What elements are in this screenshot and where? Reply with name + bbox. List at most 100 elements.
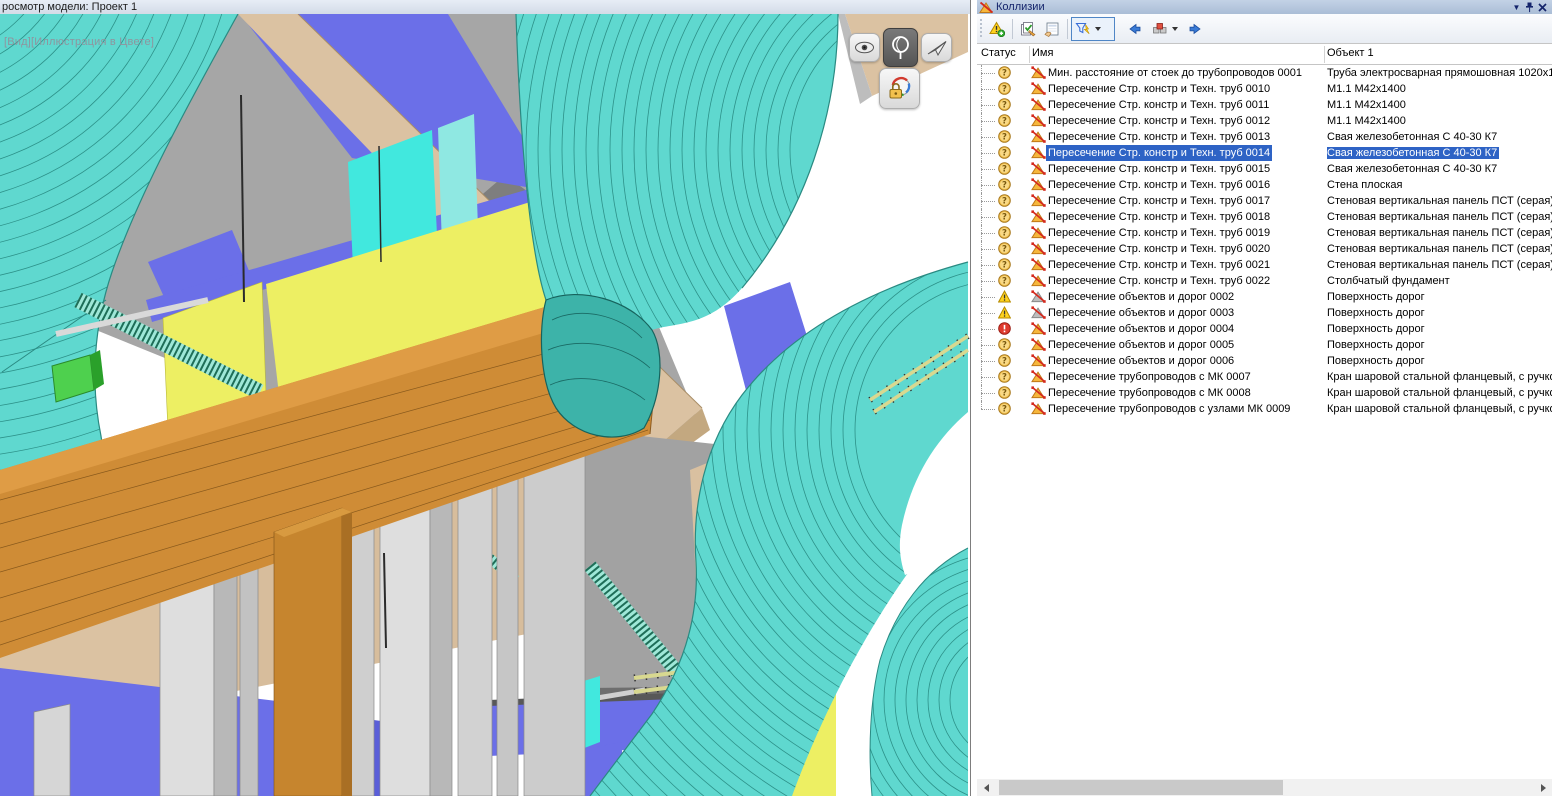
fly-button[interactable]	[921, 33, 952, 62]
isolate-dropdown-arrow[interactable]	[1172, 27, 1178, 31]
add-collision-button[interactable]	[985, 17, 1009, 41]
collision-name[interactable]: Пересечение Стр. констр и Техн. труб 002…	[1048, 273, 1270, 289]
eye-button[interactable]	[849, 33, 880, 62]
collision-object1[interactable]: Кран шаровой стальной фланцевый, с ручко…	[1327, 401, 1552, 417]
collision-object1[interactable]: Кран шаровой стальной фланцевый, с ручко…	[1327, 385, 1552, 401]
collision-row[interactable]: ? Пересечение трубопроводов с МК 0008 Кран…	[977, 385, 1552, 401]
collision-row[interactable]: ?Пересечение Стр. констр и Техн. труб 00…	[977, 113, 1552, 129]
scrollbar-thumb[interactable]	[999, 780, 1283, 795]
collision-name[interactable]: Пересечение трубопроводов с МК 0007	[1048, 369, 1251, 385]
collision-row[interactable]: Пересечение объектов и дорог 0002 Поверхн…	[977, 289, 1552, 305]
collision-row[interactable]: ?Пересечение Стр. констр и Техн. труб 00…	[977, 241, 1552, 257]
collision-name[interactable]: Пересечение Стр. констр и Техн. труб 001…	[1048, 161, 1270, 177]
collision-row[interactable]: Пересечение объектов и дорог 0004 Поверхн…	[977, 321, 1552, 337]
collision-name[interactable]: Пересечение Стр. констр и Техн. труб 001…	[1048, 225, 1270, 241]
collision-object1[interactable]: Стеновая вертикальная панель ПСТ (серая)	[1327, 241, 1552, 257]
collision-name[interactable]: Пересечение Стр. констр и Техн. труб 001…	[1048, 193, 1270, 209]
collision-object1[interactable]: Стена плоская	[1327, 177, 1552, 193]
collision-object1[interactable]: Свая железобетонная С 40-30 К7	[1327, 129, 1552, 145]
filter-button[interactable]	[1071, 17, 1115, 41]
collision-object1[interactable]: Стеновая вертикальная панель ПСТ (серая)	[1327, 225, 1552, 241]
properties-button[interactable]	[1040, 17, 1064, 41]
collision-row[interactable]: ?Пересечение трубопроводов с узлами МК 0…	[977, 401, 1552, 417]
status-question-icon: ?	[998, 386, 1011, 399]
collision-object1[interactable]: М1.1 М42х1400	[1327, 97, 1552, 113]
collision-type-icon	[1031, 242, 1046, 255]
collision-name[interactable]: Пересечение трубопроводов с узлами МК 00…	[1048, 401, 1290, 417]
collision-name[interactable]: Пересечение Стр. констр и Техн. труб 001…	[1048, 129, 1270, 145]
collision-name[interactable]: Пересечение объектов и дорог 0003	[1048, 305, 1234, 321]
collision-object1[interactable]: Поверхность дорог	[1327, 353, 1552, 369]
collision-name[interactable]: Пересечение объектов и дорог 0004	[1048, 321, 1234, 337]
orbit-button[interactable]	[883, 28, 918, 67]
collision-object1[interactable]: Поверхность дорог	[1327, 337, 1552, 353]
filter-dropdown-arrow[interactable]	[1095, 27, 1101, 31]
collision-row[interactable]: ?Пересечение Стр. констр и Техн. труб 00…	[977, 161, 1552, 177]
collision-row[interactable]: ?Пересечение Стр. констр и Техн. труб 00…	[977, 145, 1552, 161]
collision-row[interactable]: ?Пересечение Стр. констр и Техн. труб 00…	[977, 193, 1552, 209]
collision-row[interactable]: ?Пересечение Стр. констр и Техн. труб 00…	[977, 273, 1552, 289]
collision-name[interactable]: Пересечение Стр. констр и Техн. труб 001…	[1048, 209, 1270, 225]
collision-row[interactable]: ?Пересечение Стр. констр и Техн. труб 00…	[977, 257, 1552, 273]
collision-row[interactable]: ?Пересечение Стр. констр и Техн. труб 00…	[977, 225, 1552, 241]
lock-orbit-button[interactable]	[879, 68, 920, 109]
viewport-3d-scene[interactable]	[0, 14, 970, 796]
collision-name[interactable]: Мин. расстояние от стоек до трубопроводо…	[1048, 65, 1302, 81]
collision-object1[interactable]: Кран шаровой стальной фланцевый, с ручко…	[1327, 369, 1552, 385]
scroll-right-button[interactable]	[1534, 779, 1552, 796]
tree-stub	[981, 329, 995, 330]
toolbar-grip[interactable]	[979, 19, 982, 39]
collision-row[interactable]: ?Пересечение Стр. констр и Техн. труб 00…	[977, 129, 1552, 145]
collision-name[interactable]: Пересечение Стр. констр и Техн. труб 001…	[1048, 81, 1270, 97]
column-resizer[interactable]	[1029, 46, 1030, 63]
collision-name[interactable]: Пересечение объектов и дорог 0006	[1048, 353, 1234, 369]
scroll-right-icon	[1541, 784, 1546, 792]
collision-object1[interactable]: М1.1 М42х1400	[1327, 81, 1552, 97]
collision-name[interactable]: Пересечение объектов и дорог 0002	[1048, 289, 1234, 305]
column-resizer[interactable]	[1324, 46, 1325, 63]
collision-name[interactable]: Пересечение Стр. констр и Техн. труб 002…	[1048, 241, 1270, 257]
column-header-object1[interactable]: Объект 1	[1327, 47, 1374, 59]
panel-close-button[interactable]	[1536, 1, 1549, 13]
collision-name[interactable]: Пересечение Стр. констр и Техн. труб 001…	[1046, 145, 1272, 161]
collision-object1[interactable]: Стеновая вертикальная панель ПСТ (серая)	[1327, 257, 1552, 273]
collision-row[interactable]: ?Пересечение Стр. констр и Техн. труб 00…	[977, 177, 1552, 193]
collision-object1[interactable]: Стеновая вертикальная панель ПСТ (серая)	[1327, 209, 1552, 225]
panel-menu-button[interactable]: ▼	[1510, 1, 1523, 13]
collision-object1[interactable]: Свая железобетонная С 40-30 К7	[1327, 161, 1552, 177]
collision-row[interactable]: ?Пересечение объектов и дорог 0006Поверх…	[977, 353, 1552, 369]
panel-pin-button[interactable]	[1523, 1, 1536, 13]
collision-object1[interactable]: Поверхность дорог	[1327, 321, 1552, 337]
collision-name[interactable]: Пересечение Стр. констр и Техн. труб 001…	[1048, 97, 1269, 113]
collision-row[interactable]: ?Пересечение Стр. констр и Техн. труб 00…	[977, 81, 1552, 97]
collision-name[interactable]: Пересечение Стр. констр и Техн. труб 002…	[1048, 257, 1270, 273]
tree-stub	[981, 73, 995, 74]
collision-row[interactable]: Пересечение объектов и дорог 0003 Поверхн…	[977, 305, 1552, 321]
collision-row[interactable]: ?Мин. расстояние от стоек до трубопровод…	[977, 65, 1552, 81]
collision-object1[interactable]: Столбчатый фундамент	[1327, 273, 1552, 289]
collision-name[interactable]: Пересечение объектов и дорог 0005	[1048, 337, 1234, 353]
collision-row[interactable]: ?Пересечение трубопроводов с МК 0007Кран…	[977, 369, 1552, 385]
collision-row[interactable]: ?Пересечение Стр. констр и Техн. труб 00…	[977, 97, 1552, 113]
column-header-status[interactable]: Статус	[981, 47, 1016, 59]
collision-name[interactable]: Пересечение Стр. констр и Техн. труб 001…	[1048, 177, 1270, 193]
collision-row[interactable]: ?Пересечение объектов и дорог 0005Поверх…	[977, 337, 1552, 353]
collision-object1[interactable]: М1.1 М42х1400	[1327, 113, 1552, 129]
collision-name[interactable]: Пересечение Стр. констр и Техн. труб 001…	[1048, 113, 1270, 129]
collision-object1[interactable]: Свая железобетонная С 40-30 К7	[1327, 145, 1552, 161]
collision-object1[interactable]: Труба электросварная прямошовная 1020х1	[1327, 65, 1552, 81]
panel-toolbar	[977, 14, 1552, 43]
collision-object1[interactable]: Поверхность дорог	[1327, 289, 1552, 305]
model-viewport[interactable]: росмотр модели: Проект 1 [Вид][Иллюстрац…	[0, 0, 970, 796]
isolate-button[interactable]	[1147, 17, 1183, 41]
collision-row[interactable]: ?Пересечение Стр. констр и Техн. труб 00…	[977, 209, 1552, 225]
scroll-left-button[interactable]	[977, 779, 995, 796]
check-documents-button[interactable]	[1016, 17, 1040, 41]
prev-button[interactable]	[1123, 17, 1147, 41]
collision-object1[interactable]: Поверхность дорог	[1327, 305, 1552, 321]
horizontal-scrollbar[interactable]	[977, 779, 1552, 796]
collision-object1[interactable]: Стеновая вертикальная панель ПСТ (серая)	[1327, 193, 1552, 209]
column-header-name[interactable]: Имя	[1032, 47, 1053, 59]
next-button[interactable]	[1183, 17, 1207, 41]
collision-name[interactable]: Пересечение трубопроводов с МК 0008	[1048, 385, 1251, 401]
